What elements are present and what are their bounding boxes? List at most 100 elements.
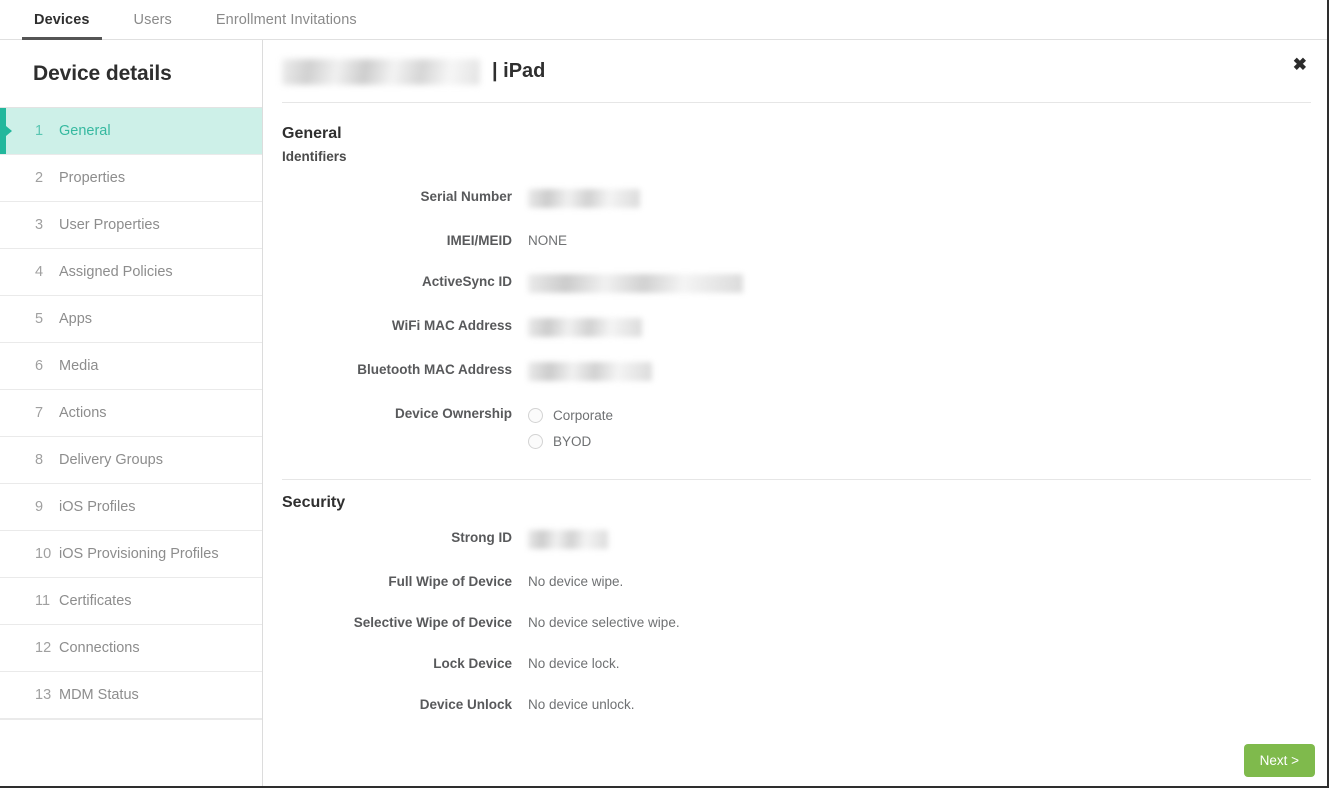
field-value xyxy=(528,317,642,337)
security-section-title: Security xyxy=(282,494,346,511)
device-ownership-radio-group: Corporate BYOD xyxy=(528,405,613,451)
field-value: NONE xyxy=(528,233,568,248)
redacted-value xyxy=(528,362,652,381)
sidebar-item-delivery-groups[interactable]: 8 Delivery Groups xyxy=(0,437,262,484)
sidebar-item-number: 2 xyxy=(35,170,44,186)
field-label: Bluetooth MAC Address xyxy=(357,362,512,377)
sidebar-item-number: 4 xyxy=(35,264,44,280)
sidebar-item-actions[interactable]: 7 Actions xyxy=(0,390,262,437)
field-row-lock-device: Lock Device No device lock. xyxy=(282,655,1311,672)
sidebar-item-number: 13 xyxy=(35,687,52,703)
sidebar-item-apps[interactable]: 5 Apps xyxy=(0,296,262,343)
security-divider xyxy=(282,479,1311,480)
radio-label: Corporate xyxy=(553,407,614,423)
sidebar-bottom-divider xyxy=(0,719,262,720)
radio-icon[interactable] xyxy=(528,434,543,449)
field-value xyxy=(528,361,652,381)
tab-enrollment-invitations-label: Enrollment Invitations xyxy=(215,12,357,28)
sidebar-item-label: Media xyxy=(59,358,99,374)
footer-actions: Next > xyxy=(1243,744,1315,777)
sidebar-item-ios-provisioning-profiles[interactable]: 10 iOS Provisioning Profiles xyxy=(0,531,262,578)
redacted-value xyxy=(528,189,640,208)
device-details-window: Devices Users Enrollment Invitations Dev… xyxy=(0,0,1329,788)
tab-devices[interactable]: Devices xyxy=(12,12,112,40)
sidebar-item-mdm-status[interactable]: 13 MDM Status xyxy=(0,672,262,719)
device-details-sidebar: Device details 1 General 2 Properties 3 … xyxy=(0,40,263,786)
sidebar-item-label: iOS Profiles xyxy=(59,499,136,515)
field-row-strong-id: Strong ID xyxy=(282,529,1311,549)
radio-label: BYOD xyxy=(553,433,592,449)
field-label: Lock Device xyxy=(433,656,512,671)
field-value xyxy=(528,529,608,549)
sidebar-item-number: 10 xyxy=(35,546,52,562)
tab-users[interactable]: Users xyxy=(112,12,194,39)
field-label: Strong ID xyxy=(451,530,512,545)
sidebar-item-general[interactable]: 1 General xyxy=(0,108,262,155)
sidebar-item-number: 1 xyxy=(35,123,44,139)
device-type-title: | iPad xyxy=(492,59,546,82)
field-value: No device unlock. xyxy=(528,697,635,712)
tab-enrollment-invitations[interactable]: Enrollment Invitations xyxy=(194,12,379,39)
field-label: Device Unlock xyxy=(419,697,512,712)
device-header: | iPad ✖ xyxy=(264,40,1327,102)
sidebar-item-number: 9 xyxy=(35,499,44,515)
sidebar-item-connections[interactable]: 12 Connections xyxy=(0,625,262,672)
device-details-content: General Identifiers Serial Number IMEI/M… xyxy=(264,125,1327,713)
next-button[interactable]: Next > xyxy=(1243,744,1315,777)
field-row-serial-number: Serial Number xyxy=(282,188,1311,208)
sidebar-item-label: iOS Provisioning Profiles xyxy=(59,546,219,562)
redacted-value xyxy=(528,318,642,337)
field-row-full-wipe-of-device: Full Wipe of Device No device wipe. xyxy=(282,573,1311,590)
field-label: Serial Number xyxy=(420,189,512,204)
sidebar-item-number: 11 xyxy=(35,593,51,609)
field-row-selective-wipe-of-device: Selective Wipe of Device No device selec… xyxy=(282,614,1311,631)
sidebar-item-user-properties[interactable]: 3 User Properties xyxy=(0,202,262,249)
sidebar-item-assigned-policies[interactable]: 4 Assigned Policies xyxy=(0,249,262,296)
sidebar-item-properties[interactable]: 2 Properties xyxy=(0,155,262,202)
sidebar-item-ios-profiles[interactable]: 9 iOS Profiles xyxy=(0,484,262,531)
sidebar-item-label: Connections xyxy=(59,640,140,656)
field-label: IMEI/MEID xyxy=(446,233,512,248)
sidebar-header: Device details xyxy=(0,40,262,108)
sidebar-item-label: General xyxy=(59,123,111,139)
field-value xyxy=(528,188,640,208)
field-label: WiFi MAC Address xyxy=(391,318,512,333)
sidebar-nav-list: 1 General 2 Properties 3 User Properties… xyxy=(0,108,262,719)
sidebar-item-media[interactable]: 6 Media xyxy=(0,343,262,390)
sidebar-item-number: 6 xyxy=(35,358,44,374)
redacted-value xyxy=(528,274,743,293)
field-row-device-unlock: Device Unlock No device unlock. xyxy=(282,696,1311,713)
radio-option-byod[interactable]: BYOD xyxy=(528,432,613,451)
device-details-main: | iPad ✖ General Identifiers Serial Numb… xyxy=(264,40,1327,786)
field-row-activesync-id: ActiveSync ID xyxy=(282,273,1311,293)
field-row-device-ownership: Device Ownership Corporate BYOD xyxy=(282,405,1311,451)
radio-icon[interactable] xyxy=(528,408,543,423)
field-row-bluetooth-mac-address: Bluetooth MAC Address xyxy=(282,361,1311,381)
sidebar-item-number: 8 xyxy=(35,452,44,468)
sidebar-item-label: Actions xyxy=(59,405,107,421)
tab-devices-label: Devices xyxy=(34,12,90,28)
sidebar-item-certificates[interactable]: 11 Certificates xyxy=(0,578,262,625)
sidebar-item-number: 7 xyxy=(35,405,44,421)
sidebar-item-number: 3 xyxy=(35,217,44,233)
radio-option-corporate[interactable]: Corporate xyxy=(528,406,613,425)
sidebar-item-label: Certificates xyxy=(59,593,132,609)
tab-users-label: Users xyxy=(133,12,172,28)
sidebar-item-label: Delivery Groups xyxy=(59,452,163,468)
identifiers-subsection-title: Identifiers xyxy=(282,149,347,164)
sidebar-item-label: User Properties xyxy=(59,217,160,233)
field-row-wifi-mac-address: WiFi MAC Address xyxy=(282,317,1311,337)
field-label: Selective Wipe of Device xyxy=(353,615,512,630)
sidebar-item-number: 5 xyxy=(35,311,44,327)
page-title: Device details xyxy=(33,61,172,85)
general-section-title: General xyxy=(282,125,342,142)
field-row-imei-meid: IMEI/MEID NONE xyxy=(282,232,1311,249)
field-label: Device Ownership xyxy=(394,406,512,421)
sidebar-item-label: Properties xyxy=(59,170,126,186)
sidebar-item-number: 12 xyxy=(35,640,52,656)
sidebar-item-label: Assigned Policies xyxy=(59,264,173,280)
sidebar-item-label: Apps xyxy=(59,311,93,327)
close-icon[interactable]: ✖ xyxy=(1287,52,1313,77)
device-name-redacted xyxy=(282,59,480,85)
header-divider xyxy=(282,102,1311,103)
